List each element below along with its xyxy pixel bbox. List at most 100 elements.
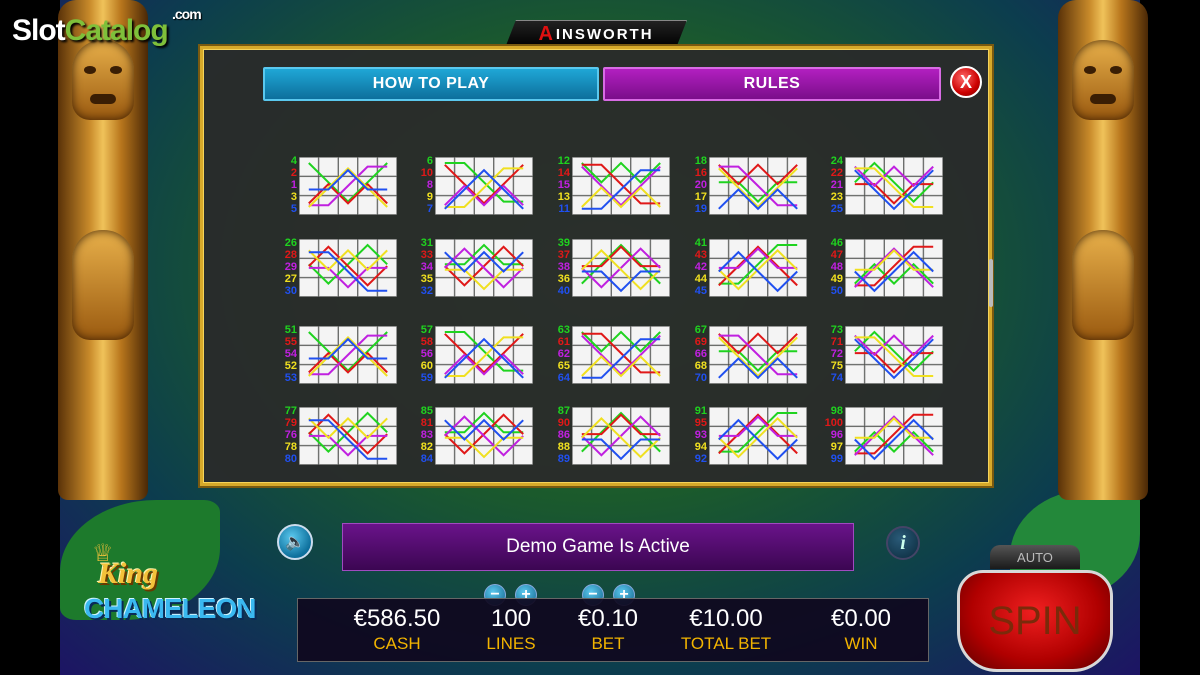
reel-cell [650, 239, 670, 259]
reel-cell [787, 157, 807, 177]
payline-number: 3 [290, 191, 297, 203]
reel-cell [435, 326, 455, 346]
payline-number: 71 [830, 336, 843, 348]
payline-number: 8 [426, 179, 433, 191]
message-text: Demo Game Is Active [506, 536, 690, 557]
reel-cell [767, 277, 788, 297]
payline-number: 28 [284, 249, 297, 261]
reel-cell [591, 364, 612, 384]
spin-button[interactable]: SPIN [957, 570, 1113, 672]
reel-cell [338, 326, 358, 346]
reel-cell [728, 407, 749, 427]
payline-number: 4 [290, 155, 297, 167]
totem-mouth [1090, 94, 1116, 104]
reel-cell [611, 407, 631, 427]
payline-diagram: 85 81 83 82 84 [407, 405, 537, 467]
reel-cell [611, 277, 631, 297]
payline-number: 62 [557, 348, 570, 360]
payline-number: 47 [830, 249, 843, 261]
reel-cell [513, 157, 533, 177]
reel-cell [357, 239, 378, 259]
reel-cell [884, 277, 904, 297]
reel-cell [338, 239, 358, 259]
reel-cell [864, 195, 885, 215]
payline-grid [572, 239, 670, 297]
payline-numbers: 98 100 96 97 99 [817, 405, 843, 467]
reel-cell [845, 426, 865, 446]
reel-cell [845, 195, 865, 215]
payline-grid [299, 239, 397, 297]
payline-number: 45 [694, 285, 707, 297]
reel-cell [493, 239, 514, 259]
reel-cell [923, 176, 943, 196]
reel-cell [728, 364, 749, 384]
reel-cell [748, 445, 768, 465]
panel-scrollbar[interactable] [989, 259, 993, 307]
close-button[interactable]: X [950, 66, 982, 98]
payline-number: 12 [557, 155, 570, 167]
reel-cell [474, 345, 494, 365]
reel-cell [513, 277, 533, 297]
totem-eye [110, 66, 122, 74]
reel-cell [318, 445, 339, 465]
payline-number: 74 [830, 372, 843, 384]
lines-value: 100 [490, 605, 532, 632]
reel-cell [454, 426, 475, 446]
payline-number: 92 [694, 453, 707, 465]
bet-label: BET [591, 634, 625, 653]
reel-cell [767, 326, 788, 346]
autoplay-button[interactable]: AUTO [990, 545, 1080, 569]
lines-label: LINES [486, 634, 536, 653]
tab-how-to-play[interactable]: HOW TO PLAY [263, 67, 599, 101]
reel-cell [650, 445, 670, 465]
reel-cell [591, 195, 612, 215]
payline-number: 95 [694, 417, 707, 429]
payline-number: 1 [290, 179, 297, 191]
payline-diagram: 12 14 15 13 11 [544, 155, 674, 217]
reel-cell [767, 407, 788, 427]
reel-cell [493, 195, 514, 215]
game-logo-line2: CHAMELEON [84, 593, 256, 624]
reel-cell [338, 426, 358, 446]
sound-toggle-button[interactable]: 🔈 [277, 524, 313, 560]
payline-numbers: 46 47 48 49 50 [817, 237, 843, 299]
payline-number: 42 [694, 261, 707, 273]
reel-cell [572, 195, 592, 215]
reel-cell [884, 445, 904, 465]
reel-cell [923, 345, 943, 365]
reel-cell [572, 445, 592, 465]
reel-cell [903, 195, 924, 215]
reel-cell [845, 176, 865, 196]
payline-number: 32 [420, 285, 433, 297]
payline-number: 22 [830, 167, 843, 179]
tab-rules[interactable]: RULES [603, 67, 941, 101]
reel-cell [299, 445, 319, 465]
total-bet-stat: €10.00 TOTAL BET [674, 605, 778, 654]
payline-number: 80 [284, 453, 297, 465]
reel-cell [630, 277, 651, 297]
reel-cell [318, 157, 339, 177]
payline-diagram: 67 69 66 68 70 [681, 324, 811, 386]
reel-cell [357, 407, 378, 427]
payline-number: 48 [830, 261, 843, 273]
reel-cell [787, 239, 807, 259]
reel-cell [903, 277, 924, 297]
payline-number: 43 [694, 249, 707, 261]
reel-cell [650, 364, 670, 384]
reel-cell [864, 445, 885, 465]
message-bar: Demo Game Is Active [342, 523, 854, 571]
totem-face [72, 40, 134, 120]
reel-cell [728, 195, 749, 215]
payline-number: 76 [284, 429, 297, 441]
payline-number: 27 [284, 273, 297, 285]
reel-cell [903, 326, 924, 346]
payline-number: 20 [694, 179, 707, 191]
win-label: WIN [844, 634, 878, 653]
reel-cell [709, 239, 729, 259]
payline-diagram: 39 37 38 36 40 [544, 237, 674, 299]
info-button[interactable]: i [886, 526, 920, 560]
reel-cell [338, 195, 358, 215]
reel-cell [299, 157, 319, 177]
payline-numbers: 87 90 86 88 89 [544, 405, 570, 467]
payline-diagram: 57 58 56 60 59 [407, 324, 537, 386]
